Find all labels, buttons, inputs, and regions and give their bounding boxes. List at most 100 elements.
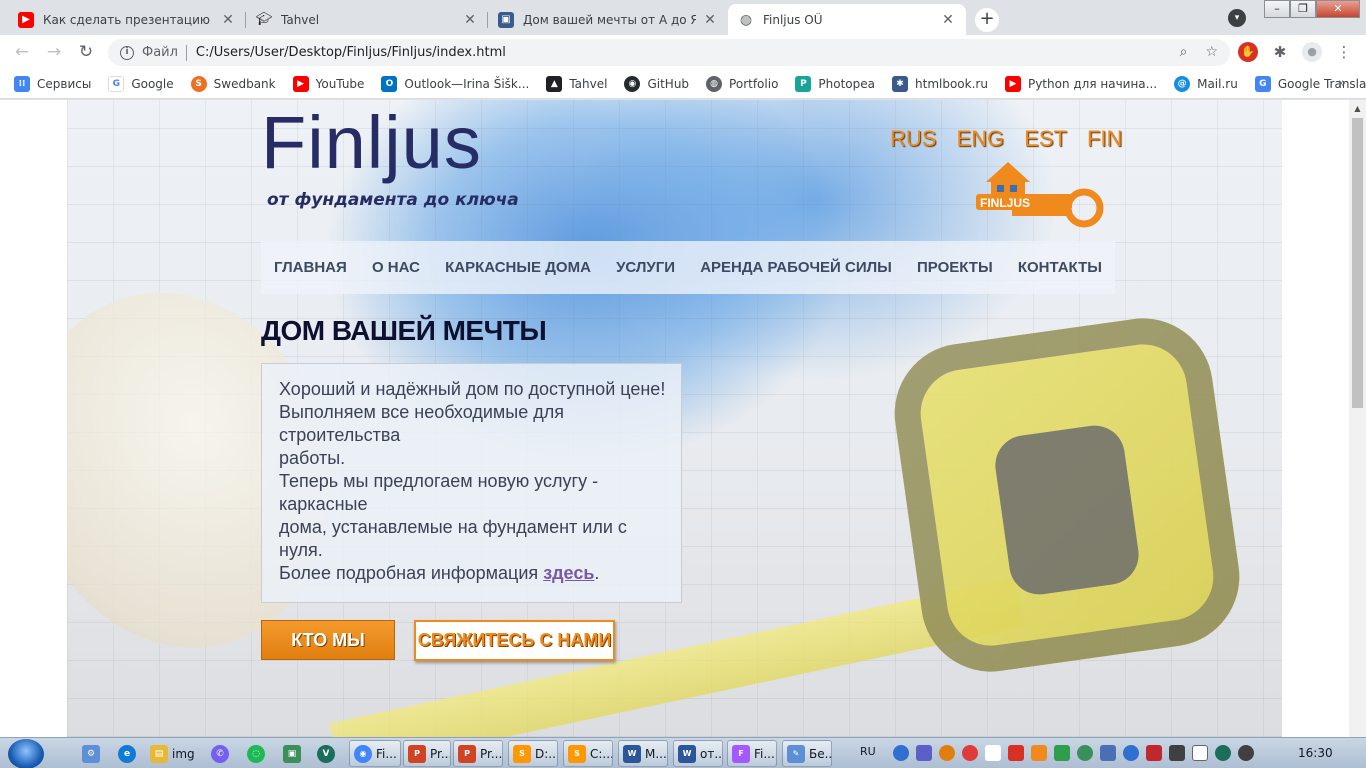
close-window-button[interactable]: ✕ <box>1316 0 1360 18</box>
bookmark-google[interactable]: G Google <box>108 75 174 92</box>
profile-avatar-icon[interactable]: ● <box>1302 42 1322 62</box>
tab-finljus-ou[interactable]: ◍ Finljus OÜ ✕ <box>728 4 966 35</box>
taskbar-word-2[interactable]: Wот... <box>673 740 723 767</box>
volume-icon[interactable] <box>1238 745 1254 761</box>
bookmark-services[interactable]: ⁞⁞ Сервисы <box>14 75 91 92</box>
scroll-up-icon[interactable]: ▲ <box>1349 100 1366 117</box>
nav-labor-rental[interactable]: АРЕНДА РАБОЧЕЙ СИЛЫ <box>700 259 892 276</box>
bookmarks-bar: ⁞⁞ Сервисы G Google S Swedbank ▶ YouTube O Ou… <box>0 69 1366 99</box>
bookmark-outlook[interactable]: O Outlook—Irina Šišk... <box>381 75 529 92</box>
close-icon[interactable]: ✕ <box>702 12 718 28</box>
tray-app-icon[interactable] <box>1054 745 1070 761</box>
home-icon[interactable] <box>985 745 1001 761</box>
reload-button[interactable]: ↻ <box>70 42 102 62</box>
taskbar-paint[interactable]: ✎ Бе... <box>782 740 832 767</box>
who-we-are-button[interactable]: КТО МЫ <box>261 620 395 660</box>
bookmark-tahvel[interactable]: ▲ Tahvel <box>546 75 607 92</box>
clipboard-icon[interactable] <box>1192 745 1208 761</box>
network-signal-icon[interactable] <box>1169 745 1185 761</box>
contact-us-button[interactable]: СВЯЖИТЕСЬ С НАМИ <box>414 620 615 661</box>
spotify-like-icon[interactable]: ◌ <box>247 741 269 767</box>
bookmark-htmlbook[interactable]: ✱ htmlbook.ru <box>892 75 988 92</box>
taskbar-chrome[interactable]: ◉ Fi... <box>349 740 401 767</box>
taskbar-powerpoint-2[interactable]: P Pr... <box>453 740 503 767</box>
nav-frame-houses[interactable]: КАРКАСНЫЕ ДОМА <box>445 259 591 276</box>
taskbar-sublime-2[interactable]: S C:... <box>563 740 613 767</box>
bookmarks-more-button[interactable]: » <box>1338 76 1346 91</box>
shield-icon[interactable]: V <box>317 741 339 767</box>
menu-kebab-icon[interactable]: ⋮ <box>1334 42 1354 62</box>
more-info-link[interactable]: здесь <box>543 563 594 583</box>
tray-app-icon[interactable] <box>1077 745 1093 761</box>
tray-app-icon[interactable] <box>1008 745 1024 761</box>
info-icon[interactable]: i <box>120 45 134 60</box>
shield-icon[interactable] <box>1215 745 1231 761</box>
address-bar[interactable]: i Файл C:/Users/User/Desktop/Finljus/Fin… <box>108 39 1230 66</box>
new-tab-button[interactable]: + <box>975 8 999 32</box>
site-logo[interactable]: Finljus <box>261 106 482 180</box>
lang-rus[interactable]: RUS <box>890 126 936 152</box>
bookmark-mailru[interactable]: @ Mail.ru <box>1174 75 1238 92</box>
nav-about[interactable]: О НАС <box>372 259 420 276</box>
settings-gear-icon[interactable]: ⚙ <box>82 741 104 767</box>
close-icon[interactable]: ✕ <box>462 12 478 28</box>
bookmark-python[interactable]: ▶ Python для начина... <box>1004 75 1157 92</box>
more-info-prefix: Более подробная информация <box>279 563 544 583</box>
tray-app-icon[interactable] <box>1123 745 1139 761</box>
tray-app-icon[interactable] <box>1031 745 1047 761</box>
url-text[interactable]: C:/Users/User/Desktop/Finljus/Finljus/in… <box>196 45 506 60</box>
nav-projects[interactable]: ПРОЕКТЫ <box>917 259 993 276</box>
taskbar-figma[interactable]: F Fi... <box>727 740 777 767</box>
taskbar-word-1[interactable]: W M... <box>618 740 668 767</box>
close-icon[interactable]: ✕ <box>220 12 236 28</box>
close-icon[interactable]: ✕ <box>940 12 956 28</box>
bookmark-label: YouTube <box>315 76 365 91</box>
minimize-button[interactable]: – <box>1264 0 1290 18</box>
lang-est[interactable]: EST <box>1024 126 1067 152</box>
star-icon[interactable]: ☆ <box>1205 44 1218 60</box>
taskbar-folder-img[interactable]: ▤ img <box>150 741 195 767</box>
clock[interactable]: 16:30 <box>1298 746 1333 760</box>
tab-finljus-dream[interactable]: ▣ Дом вашей мечты от А до Я | FINLJUS ✕ <box>488 4 728 35</box>
tray-app-icon[interactable] <box>1100 745 1116 761</box>
figma-icon: F <box>732 744 750 763</box>
back-button[interactable]: ← <box>6 42 38 62</box>
bookmark-github[interactable]: ◉ GitHub <box>624 75 689 92</box>
bookmark-google-translate[interactable]: G Google Translate <box>1254 75 1366 92</box>
nav-home[interactable]: ГЛАВНАЯ <box>274 259 347 276</box>
zoom-icon[interactable]: ⌕ <box>1180 44 1188 60</box>
tab-youtube[interactable]: ▶ Как сделать презентацию в PowerPoint ✕ <box>8 4 246 35</box>
globe-icon: ◍ <box>706 75 723 92</box>
forward-button[interactable]: → <box>38 42 70 62</box>
tab-tahvel[interactable]: 🎓︎ Tahvel ✕ <box>246 4 488 35</box>
viber-icon[interactable]: ✆ <box>211 741 233 767</box>
extensions-puzzle-icon[interactable]: ✱ <box>1270 42 1290 62</box>
acrobat-icon[interactable] <box>1146 745 1162 761</box>
start-button[interactable] <box>8 739 44 768</box>
input-language-indicator[interactable]: RU <box>860 745 876 758</box>
adblock-icon[interactable]: ✋ <box>1238 42 1258 62</box>
speaker-app-icon[interactable] <box>939 745 955 761</box>
taskbar-sublime-1[interactable]: S D:... <box>508 740 558 767</box>
taskbar-powerpoint-1[interactable]: P Pr... <box>403 740 451 767</box>
maximize-button[interactable]: ❐ <box>1290 0 1316 18</box>
scrollbar-thumb[interactable] <box>1352 118 1363 408</box>
teams-icon[interactable] <box>916 745 932 761</box>
outlook-icon: O <box>381 75 398 92</box>
edge-icon[interactable]: e <box>118 741 140 767</box>
bookmark-portfolio[interactable]: ◍ Portfolio <box>706 75 778 92</box>
bookmark-youtube[interactable]: ▶ YouTube <box>292 75 365 92</box>
lang-eng[interactable]: ENG <box>956 126 1004 152</box>
bookmark-photopea[interactable]: P Photopea <box>795 75 875 92</box>
app-window-icon[interactable]: ▣ <box>283 741 305 767</box>
nav-services[interactable]: УСЛУГИ <box>616 259 675 276</box>
lang-fin[interactable]: FIN <box>1087 126 1122 152</box>
vertical-scrollbar[interactable]: ▲ <box>1349 100 1366 737</box>
htmlbook-icon: ✱ <box>892 75 909 92</box>
taskbar-label: Fi... <box>754 746 775 761</box>
tray-app-icon[interactable] <box>962 745 978 761</box>
bookmark-swedbank[interactable]: S Swedbank <box>190 75 276 92</box>
tab-search-icon[interactable]: ▾ <box>1228 9 1246 27</box>
nav-contacts[interactable]: КОНТАКТЫ <box>1018 259 1102 276</box>
tray-app-icon[interactable] <box>893 745 909 761</box>
